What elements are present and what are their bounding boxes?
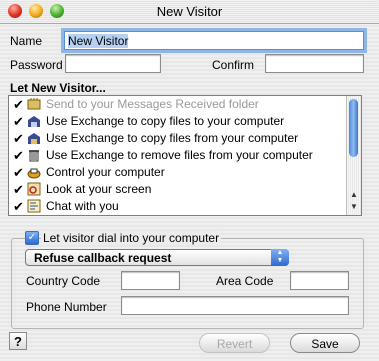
new-visitor-window: New Visitor Name New Visitor Password Co… (0, 0, 379, 361)
list-item-label: Chat with you (46, 199, 119, 213)
password-label: Password (10, 58, 63, 72)
revert-button[interactable]: Revert (199, 333, 270, 353)
list-item[interactable]: ✔ Control your computer (9, 164, 349, 181)
permissions-heading: Let New Visitor... (10, 81, 106, 95)
list-item[interactable]: ✔ Send to your Messages Received folder (9, 96, 349, 113)
name-field[interactable]: New Visitor (64, 31, 364, 50)
list-item-label: Use Exchange to copy files from your com… (46, 131, 299, 145)
window-title: New Visitor (156, 4, 223, 19)
scrollbar-thumb[interactable] (349, 99, 358, 157)
list-item-label: Send to your Messages Received folder (46, 97, 259, 111)
checkmark-icon[interactable]: ✔ (13, 131, 24, 147)
checkmark-icon[interactable]: ✔ (13, 114, 24, 130)
observe-icon (27, 182, 41, 196)
callback-popup[interactable]: Refuse callback request ▲ ▼ (25, 249, 289, 266)
callback-popup-value: Refuse callback request (34, 251, 172, 265)
control-icon (27, 168, 41, 179)
list-item-label: Control your computer (46, 165, 165, 179)
confirm-field[interactable] (265, 54, 364, 73)
dialin-checkbox[interactable]: ✓ (25, 231, 39, 245)
checkmark-icon[interactable]: ✔ (13, 199, 24, 215)
list-item-label: Look at your screen (46, 182, 152, 196)
checkmark-icon[interactable]: ✔ (13, 165, 24, 181)
checkmark-icon[interactable]: ✔ (13, 148, 24, 164)
area-code-field[interactable] (290, 271, 349, 290)
list-item[interactable]: ✔ Chat with you (9, 198, 349, 215)
name-label: Name (10, 34, 43, 48)
area-code-label: Area Code (216, 274, 274, 288)
country-code-label: Country Code (26, 274, 101, 288)
exchange-from-icon (28, 133, 40, 144)
list-item[interactable]: ✔ Use Exchange to copy files to your com… (9, 113, 349, 130)
trash-icon (29, 150, 39, 162)
password-field[interactable] (65, 54, 161, 73)
chat-icon (27, 199, 41, 213)
list-item[interactable]: ✔ Use Exchange to remove files from your… (9, 147, 349, 164)
scroll-up-icon[interactable]: ▲ (350, 190, 358, 199)
list-item-label: Use Exchange to remove files from your c… (46, 148, 313, 162)
permissions-list: ✔ Send to your Messages Received folder … (8, 95, 362, 216)
confirm-label: Confirm (212, 58, 255, 72)
list-scrollbar[interactable]: ▲ ▼ (346, 96, 361, 215)
checkmark-icon[interactable]: ✔ (13, 182, 24, 198)
country-code-field[interactable] (121, 271, 180, 290)
list-item[interactable]: ✔ Look at your screen (9, 181, 349, 198)
save-button[interactable]: Save (290, 333, 360, 353)
scroll-down-icon[interactable]: ▼ (350, 202, 358, 211)
popup-arrows-icon: ▲ ▼ (271, 249, 289, 266)
name-field-value: New Visitor (68, 34, 129, 48)
dialin-checkbox-label[interactable]: Let visitor dial into your computer (41, 231, 222, 245)
help-button[interactable]: ? (9, 332, 27, 350)
inbox-icon (27, 98, 41, 110)
title-bar[interactable]: New Visitor (0, 0, 379, 24)
checkmark-icon[interactable]: ✔ (13, 97, 24, 113)
list-item-label: Use Exchange to copy files to your compu… (46, 114, 285, 128)
phone-number-label: Phone Number (26, 300, 107, 314)
list-item[interactable]: ✔ Use Exchange to copy files from your c… (9, 130, 349, 147)
phone-number-field[interactable] (121, 296, 349, 315)
exchange-to-icon (28, 116, 40, 127)
